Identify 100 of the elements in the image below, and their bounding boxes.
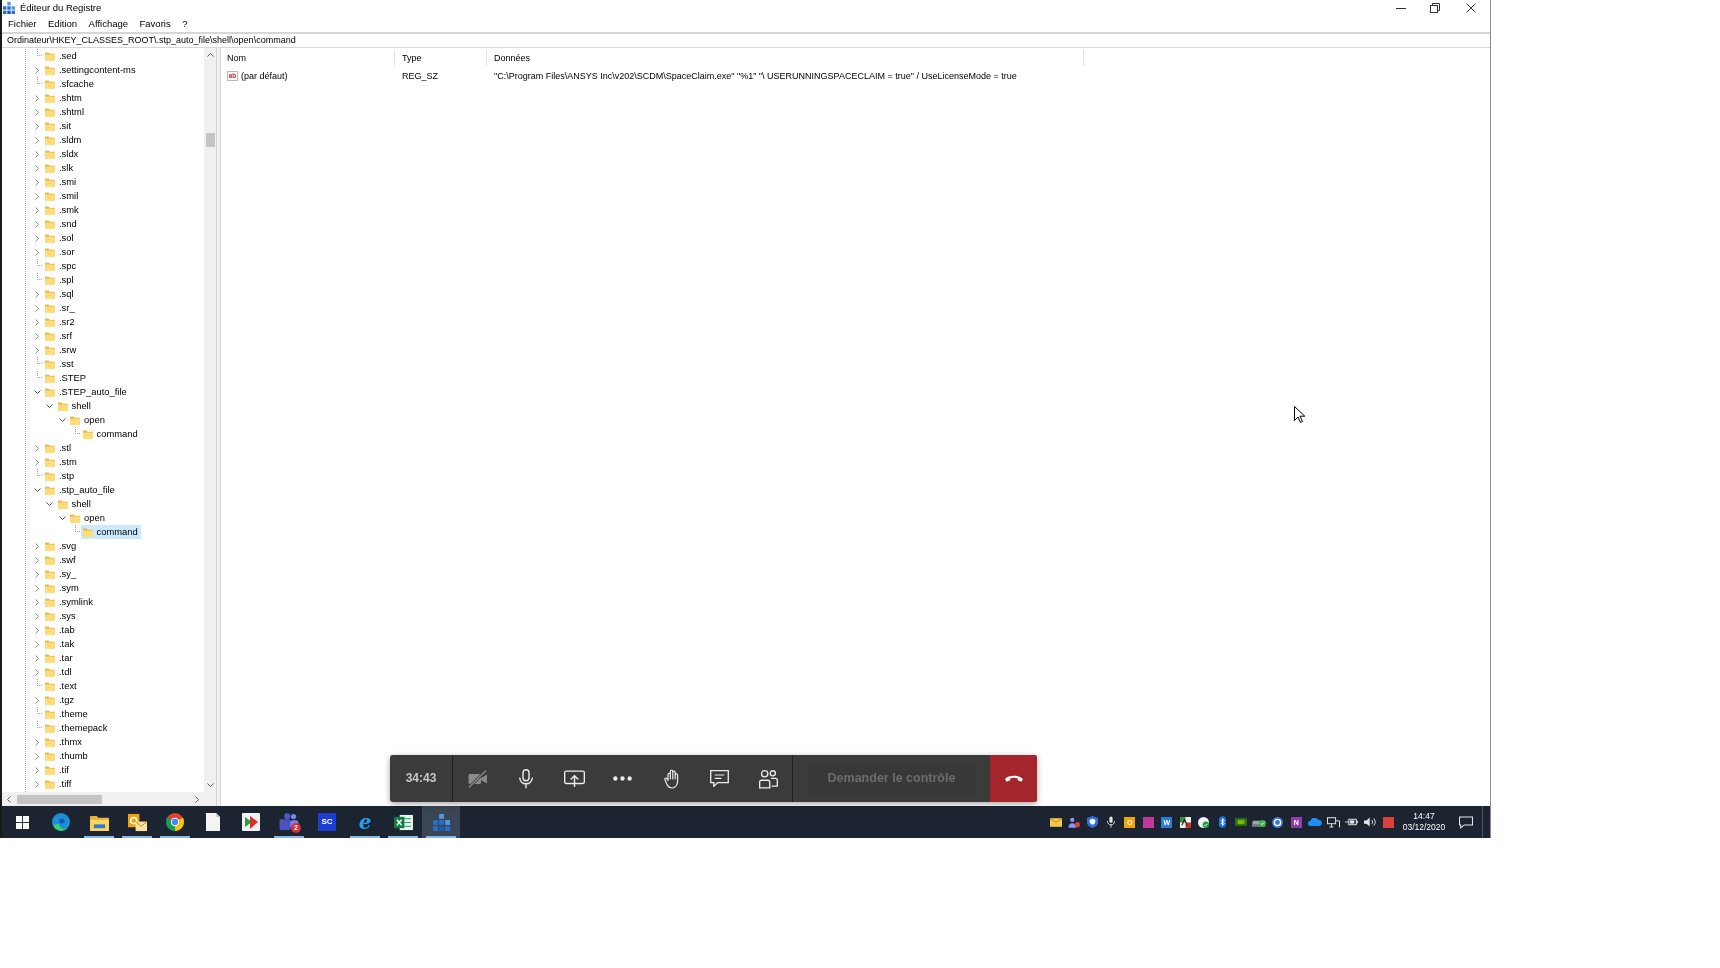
notification-icon[interactable] <box>1459 815 1473 829</box>
scroll-up-icon[interactable] <box>206 53 214 57</box>
app-tile-icon[interactable]: SC <box>318 813 336 831</box>
chevron-right-icon[interactable] <box>35 570 39 578</box>
taskbar-app-button[interactable]: e <box>346 806 384 838</box>
tree-item[interactable]: .snd <box>43 217 80 231</box>
chevron-right-icon[interactable] <box>35 234 39 242</box>
chevron-right-icon[interactable] <box>35 738 39 746</box>
tree-item[interactable]: .tar <box>43 651 76 665</box>
clock-time[interactable]: 14:47 <box>1413 811 1435 822</box>
tree-item[interactable]: .sym <box>43 581 82 595</box>
tree-item[interactable]: command <box>80 427 141 441</box>
hand-icon[interactable] <box>663 768 679 789</box>
chevron-right-icon[interactable] <box>35 332 39 340</box>
tree-item[interactable]: .shtm <box>43 91 85 105</box>
checker-icon[interactable] <box>1179 816 1191 828</box>
menu-item[interactable]: Favoris <box>133 17 177 31</box>
chevron-right-icon[interactable] <box>35 178 39 186</box>
tree-item[interactable]: shell <box>55 497 94 511</box>
tree-item[interactable]: .spc <box>43 259 80 273</box>
clock-date[interactable]: 03/12/2020 <box>1402 822 1446 833</box>
tree-item[interactable]: open <box>68 413 108 427</box>
mail-app-icon[interactable] <box>127 812 147 832</box>
document-icon[interactable] <box>206 813 220 831</box>
tree-item[interactable]: .smi <box>43 175 80 189</box>
bluetooth-icon[interactable] <box>1218 816 1226 828</box>
chevron-right-icon[interactable] <box>35 640 39 648</box>
app-tile-icon[interactable] <box>1142 816 1154 828</box>
tree-item[interactable]: .sr2 <box>43 315 78 329</box>
hang-up-button[interactable] <box>990 755 1037 802</box>
more-icon[interactable] <box>613 776 633 781</box>
tree-item[interactable]: .tab <box>43 623 78 637</box>
cloud-icon[interactable] <box>1307 818 1322 826</box>
app-tile-icon[interactable] <box>1383 816 1395 828</box>
tree-item[interactable]: .smil <box>43 189 82 203</box>
people-icon[interactable] <box>279 813 299 831</box>
round-badge-icon[interactable] <box>1272 816 1284 828</box>
menu-item[interactable]: Affichage <box>82 17 134 31</box>
chevron-down-icon[interactable] <box>46 404 53 408</box>
chevron-right-icon[interactable] <box>35 612 39 620</box>
microphone-icon[interactable] <box>1107 816 1116 828</box>
column-header[interactable]: Nom <box>221 50 395 66</box>
address-field[interactable]: Ordinateur\HKEY_CLASSES_ROOT\.stp_auto_file\shell\open\command <box>2 32 1490 48</box>
tree-item[interactable]: .settingcontent-ms <box>43 63 139 77</box>
tree-item[interactable]: .slk <box>43 161 77 175</box>
chevron-right-icon[interactable] <box>35 766 39 774</box>
scroll-right-icon[interactable] <box>195 795 199 803</box>
tree-item[interactable]: .STEP_auto_file <box>43 385 130 399</box>
menu-item[interactable]: ? <box>176 17 193 31</box>
value-name[interactable]: (par défaut) <box>241 70 288 82</box>
column-header[interactable]: Type <box>395 50 487 66</box>
chevron-right-icon[interactable] <box>35 164 39 172</box>
chevron-right-icon[interactable] <box>35 94 39 102</box>
tree-item[interactable]: .stm <box>43 455 80 469</box>
tree-item[interactable]: open <box>68 511 108 525</box>
tree-item[interactable]: .sy_ <box>43 567 80 581</box>
chevron-down-icon[interactable] <box>33 488 41 492</box>
tree-item[interactable]: .spl <box>43 273 77 287</box>
battery-icon[interactable] <box>1345 818 1359 826</box>
tree-item[interactable]: .themepack <box>43 721 111 735</box>
chevron-right-icon[interactable] <box>35 542 39 550</box>
tree-item[interactable]: command <box>80 525 141 539</box>
chevron-right-icon[interactable] <box>35 598 39 606</box>
chevron-right-icon[interactable] <box>35 136 39 144</box>
horizontal-scrollbar[interactable] <box>2 792 216 806</box>
menu-item[interactable]: Edition <box>42 17 83 31</box>
tree-item[interactable]: .srf <box>43 329 76 343</box>
people-icon[interactable] <box>758 768 778 789</box>
tree-item[interactable]: .sql <box>43 287 77 301</box>
scrollbar-thumb[interactable] <box>205 133 215 147</box>
camera-off-icon[interactable] <box>466 768 488 789</box>
folder-icon[interactable] <box>89 813 109 831</box>
tree-item[interactable]: .tak <box>43 637 78 651</box>
tree-item[interactable]: .smk <box>43 203 82 217</box>
tree-item[interactable]: .symlink <box>43 595 96 609</box>
tree-item[interactable]: .sys <box>43 609 79 623</box>
network-icon[interactable] <box>1326 816 1340 828</box>
chevron-right-icon[interactable] <box>35 206 39 214</box>
chevron-right-icon[interactable] <box>35 318 39 326</box>
tree-item[interactable]: .sfcache <box>43 77 97 91</box>
speaker-icon[interactable] <box>1363 817 1377 827</box>
chevron-down-icon[interactable] <box>46 502 53 506</box>
envelope-icon[interactable] <box>1049 817 1062 827</box>
chevron-down-icon[interactable] <box>33 390 41 394</box>
chevron-right-icon[interactable] <box>35 696 39 704</box>
tree-item[interactable]: .sldx <box>43 147 82 161</box>
chevron-right-icon[interactable] <box>35 626 39 634</box>
scroll-down-icon[interactable] <box>206 783 214 787</box>
tree-item[interactable]: .text <box>43 679 80 693</box>
chevron-right-icon[interactable] <box>35 556 39 564</box>
tree-item[interactable]: .swf <box>43 553 79 567</box>
tree-item[interactable]: .stp <box>43 469 78 483</box>
tree-item[interactable]: .stp_auto_file <box>43 483 118 497</box>
chevron-right-icon[interactable] <box>35 444 39 452</box>
tree-item[interactable]: .tdl <box>43 665 75 679</box>
scrollbar-thumb[interactable] <box>17 794 102 804</box>
chevron-right-icon[interactable] <box>35 584 39 592</box>
taskbar-app-button[interactable]: SC <box>308 806 346 838</box>
chevron-right-icon[interactable] <box>35 192 39 200</box>
chevron-right-icon[interactable] <box>35 668 39 676</box>
